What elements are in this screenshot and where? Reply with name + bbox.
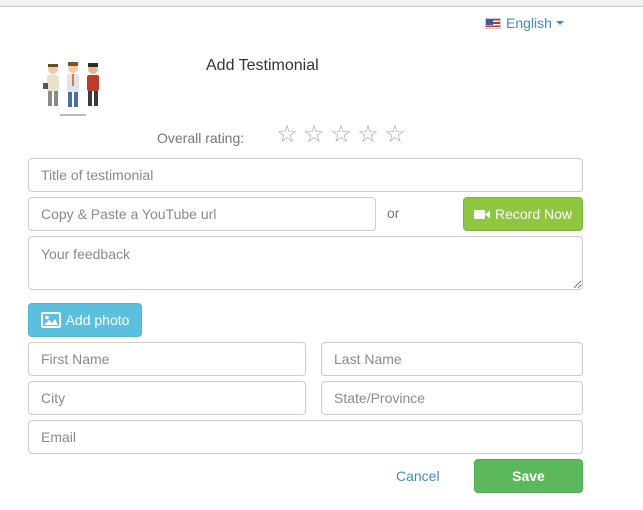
star-3-icon[interactable]: ☆ <box>329 121 353 149</box>
record-now-label: Record Now <box>494 206 573 222</box>
last-name-input[interactable] <box>321 342 583 376</box>
email-input[interactable] <box>28 420 583 454</box>
people-illustration-logo <box>43 62 99 116</box>
caret-down-icon <box>555 21 564 25</box>
or-separator: or <box>387 205 400 221</box>
star-4-icon[interactable]: ☆ <box>356 121 380 149</box>
video-camera-icon <box>473 209 490 220</box>
star-rating[interactable]: ☆ ☆ ☆ ☆ ☆ <box>275 121 407 149</box>
record-now-button[interactable]: Record Now <box>463 197 583 231</box>
us-flag-icon <box>485 17 501 29</box>
language-selector[interactable]: English <box>485 15 564 31</box>
cancel-link[interactable]: Cancel <box>396 468 440 484</box>
image-icon <box>40 312 61 328</box>
youtube-url-input[interactable] <box>28 197 376 231</box>
add-photo-button[interactable]: Add photo <box>28 303 142 337</box>
star-1-icon[interactable]: ☆ <box>275 121 299 149</box>
star-2-icon[interactable]: ☆ <box>302 121 326 149</box>
city-input[interactable] <box>28 381 306 415</box>
overall-rating-label: Overall rating: <box>157 130 245 146</box>
save-button[interactable]: Save <box>474 459 583 493</box>
state-province-input[interactable] <box>321 381 583 415</box>
person-right <box>87 63 99 106</box>
feedback-textarea[interactable] <box>28 236 583 290</box>
testimonial-title-input[interactable] <box>28 158 583 192</box>
browser-top-border <box>0 0 643 7</box>
page-title: Add Testimonial <box>206 57 319 74</box>
language-label: English <box>506 15 552 31</box>
first-name-input[interactable] <box>28 342 306 376</box>
person-left <box>43 64 59 106</box>
star-5-icon[interactable]: ☆ <box>383 121 407 149</box>
add-photo-label: Add photo <box>65 312 130 328</box>
person-middle <box>67 62 79 107</box>
